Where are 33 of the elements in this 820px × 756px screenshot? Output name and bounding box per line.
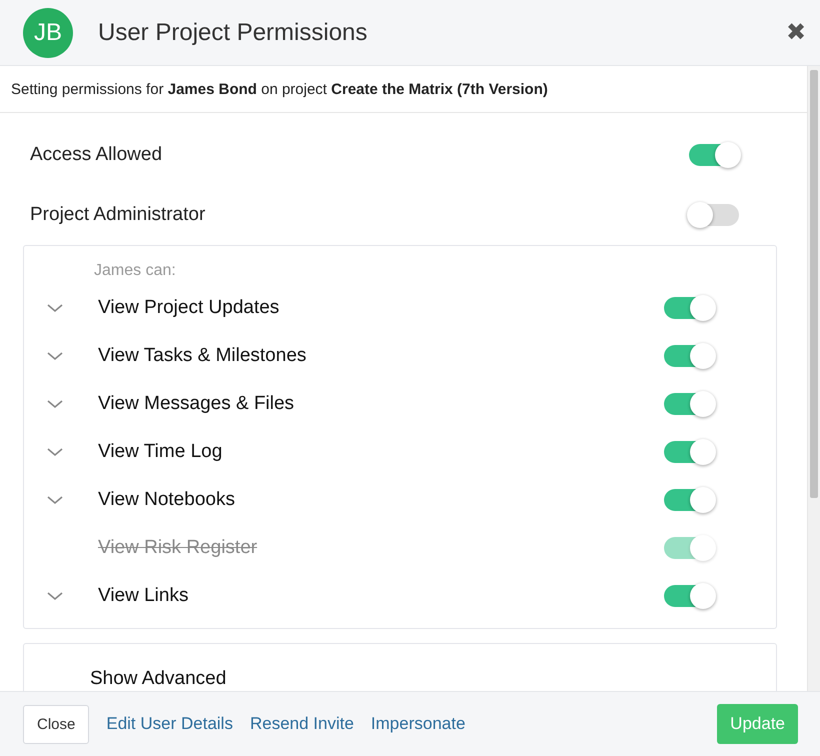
- scrollbar[interactable]: [807, 66, 820, 691]
- chevron-down-icon[interactable]: [46, 447, 64, 457]
- chevron-down-icon[interactable]: [46, 351, 64, 361]
- setting-label: Project Administrator: [30, 204, 206, 226]
- intro-text: Setting permissions for James Bond on project Create the Matrix (7th Version): [0, 66, 807, 113]
- footer-link[interactable]: Edit User Details: [106, 714, 233, 734]
- toggle-switch[interactable]: [664, 489, 714, 511]
- chevron-down-icon[interactable]: [46, 303, 64, 313]
- chevron-down-icon[interactable]: [46, 495, 64, 505]
- permission-label: View Project Updates: [98, 297, 280, 319]
- show-advanced-toggle[interactable]: Show Advanced: [24, 668, 776, 690]
- setting-label: Access Allowed: [30, 144, 162, 166]
- footer-link[interactable]: Resend Invite: [250, 714, 354, 734]
- toggle-switch[interactable]: [664, 297, 714, 319]
- permission-label: View Time Log: [98, 441, 224, 463]
- user-avatar: JB: [23, 8, 73, 58]
- chevron-down-icon[interactable]: [46, 591, 64, 601]
- toggle-switch[interactable]: [664, 345, 714, 367]
- footer-link[interactable]: Impersonate: [370, 714, 466, 734]
- toggle-switch[interactable]: [689, 204, 739, 226]
- dialog-title: User Project Permissions: [98, 18, 368, 46]
- chevron-down-icon[interactable]: [46, 399, 64, 409]
- close-button[interactable]: Close: [23, 704, 90, 744]
- permission-label: View Tasks & Milestones: [98, 345, 308, 367]
- toggle-switch[interactable]: [664, 393, 714, 415]
- permission-label: View Messages & Files: [98, 393, 296, 415]
- toggle-switch[interactable]: [664, 585, 714, 607]
- toggle-switch[interactable]: [689, 144, 739, 166]
- toggle-switch[interactable]: [664, 441, 714, 463]
- permission-label: View Risk Register: [98, 537, 258, 559]
- permission-label: View Notebooks: [98, 489, 236, 511]
- section-heading: James can:: [93, 262, 177, 280]
- permission-label: View Links: [98, 585, 190, 607]
